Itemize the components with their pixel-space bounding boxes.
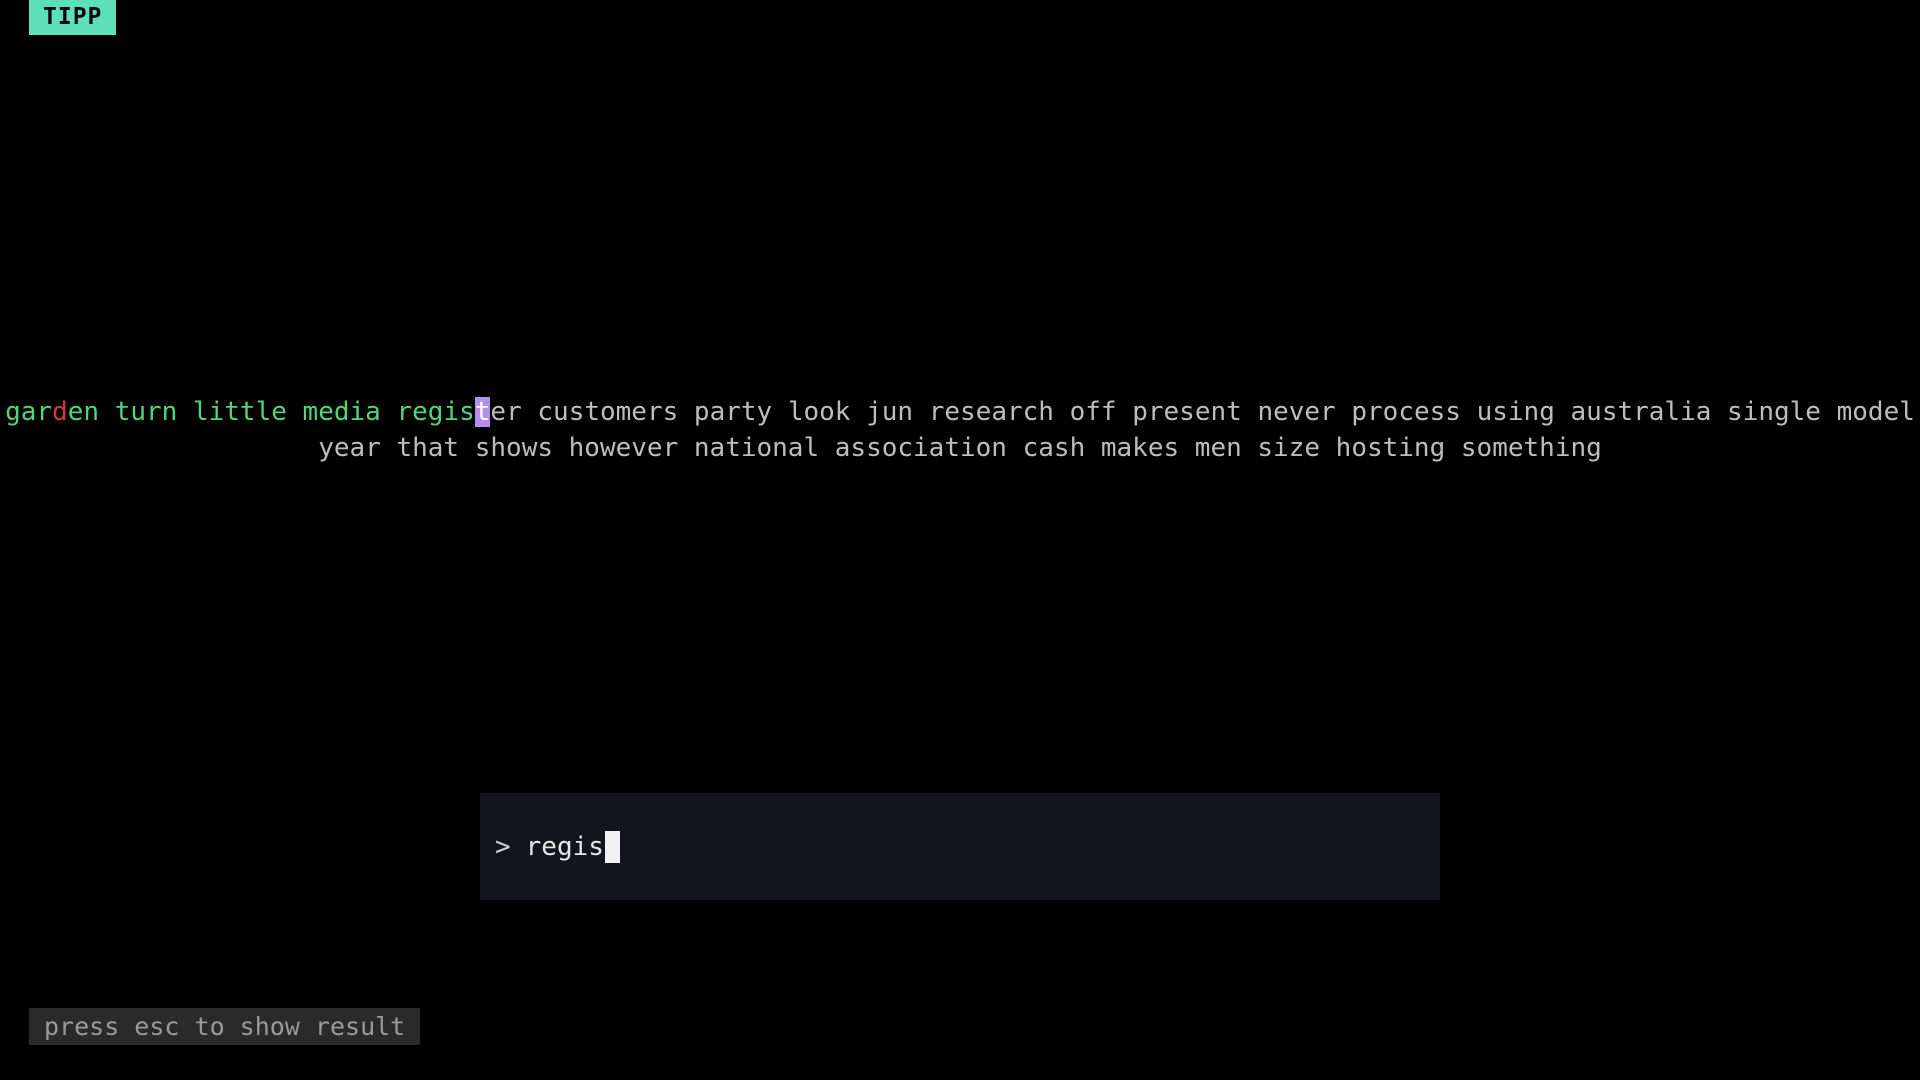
- typed-correct-chars: gar: [5, 397, 53, 427]
- esc-hint: press esc to show result: [29, 1008, 421, 1045]
- word-current: register: [396, 397, 522, 427]
- typed-correct-chars: regis: [396, 397, 475, 427]
- prompt-symbol: >: [495, 831, 511, 862]
- app-name-badge: TIPP: [29, 0, 117, 35]
- typed-wrong-char: d: [52, 397, 68, 427]
- current-char-cursor: t: [474, 397, 491, 427]
- typed-correct-chars: en: [67, 397, 100, 427]
- pending-chars: er: [490, 397, 522, 427]
- typing-input-box[interactable]: > regis: [480, 793, 1440, 900]
- word-little: little: [192, 397, 287, 427]
- text-cursor: [604, 830, 620, 863]
- word-garden: garden: [5, 397, 99, 427]
- typing-input-value[interactable]: regis: [526, 832, 604, 862]
- word-line-2: year that shows however national associa…: [318, 433, 1602, 463]
- pending-words-line-1: customers party look jun research off pr…: [537, 397, 1915, 427]
- word-line-1: garden turn little media register custom…: [0, 394, 1920, 430]
- word-turn: turn: [114, 397, 178, 427]
- word-list: garden turn little media register custom…: [0, 394, 1920, 466]
- word-media: media: [302, 397, 381, 427]
